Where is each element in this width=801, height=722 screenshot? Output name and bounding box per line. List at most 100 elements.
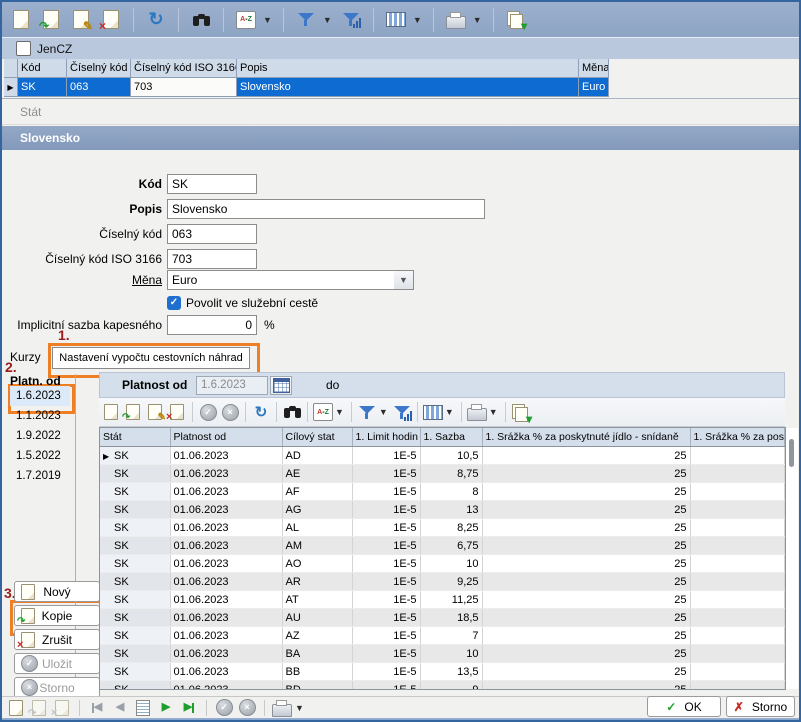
scrollbar-thumb[interactable] [789, 439, 794, 467]
filter-chart-icon[interactable] [338, 7, 364, 33]
filter-rows-icon[interactable] [357, 401, 377, 423]
ciselny-kod-field[interactable]: 063 [167, 224, 257, 244]
refresh-icon[interactable]: ↻ [143, 7, 169, 33]
filter-dropdown-caret[interactable]: ▼ [323, 15, 332, 25]
column-header[interactable]: Číselný kód ISO 3166 [131, 59, 237, 78]
first-record-icon[interactable]: ◀ [87, 697, 107, 719]
search-icon[interactable] [188, 7, 214, 33]
iso-field[interactable]: 703 [167, 249, 257, 269]
table-row[interactable]: ▶SK01.06.2023AD1E-510,525 [100, 447, 785, 465]
sort-rows-caret[interactable]: ▼ [335, 407, 344, 417]
table-row[interactable]: SK01.06.2023AM1E-56,7525 [100, 537, 785, 555]
ulozit-button[interactable]: ✓Uložit [14, 653, 100, 674]
column-header[interactable]: 1. Limit hodin [352, 428, 420, 447]
filter-icon[interactable] [293, 7, 319, 33]
column-header[interactable]: 1. Sazba [420, 428, 482, 447]
table-row[interactable]: SK01.06.2023AR1E-59,2525 [100, 573, 785, 591]
platnost-od-field[interactable]: 1.6.2023 [196, 376, 268, 395]
last-record-icon[interactable]: ▶ [179, 697, 199, 719]
table-row[interactable]: SK01.06.2023AZ1E-5725 [100, 627, 785, 645]
new-row-icon[interactable] [101, 401, 121, 423]
sort-dropdown-caret[interactable]: ▼ [263, 15, 272, 25]
scrollbar-track[interactable] [786, 428, 798, 689]
delete-record-icon[interactable]: × [98, 7, 124, 33]
footer-confirm-icon[interactable]: ✓ [214, 697, 234, 719]
print-dropdown-caret[interactable]: ▼ [473, 15, 482, 25]
ok-button[interactable]: ✓OK [647, 696, 721, 717]
column-header[interactable]: Popis [237, 59, 579, 78]
footer-print-caret[interactable]: ▼ [295, 703, 304, 713]
record-list-icon[interactable] [133, 697, 153, 719]
sort-rows-icon[interactable]: A-Z [313, 401, 333, 423]
column-header[interactable]: Kód [18, 59, 67, 78]
validity-item[interactable]: 1.7.2019 [10, 466, 70, 486]
kopie-button[interactable]: ↷Kopie [14, 605, 100, 626]
export-icon[interactable]: ▾ [503, 7, 529, 33]
column-header[interactable]: Číselný kód [67, 59, 131, 78]
refresh-rows-icon[interactable]: ↻ [251, 401, 271, 423]
next-record-icon[interactable]: ▶ [156, 697, 176, 719]
table-row[interactable]: SK01.06.2023BA1E-51025 [100, 645, 785, 663]
tab-nastaveni-nahrad[interactable]: Nastavení vypočtu cestovních náhrad [52, 347, 250, 369]
copy-row-icon[interactable]: ↷ [123, 401, 143, 423]
cancel-icon[interactable]: × [220, 401, 240, 423]
search-rows-icon[interactable] [282, 401, 302, 423]
confirm-icon[interactable]: ✓ [198, 401, 218, 423]
footer-print-icon[interactable] [272, 697, 292, 719]
print-rows-icon[interactable] [467, 401, 487, 423]
copy-record-icon[interactable]: ↷ [38, 7, 64, 33]
novy-button[interactable]: Nový [14, 581, 100, 602]
zrusit-button[interactable]: ×Zrušit [14, 629, 100, 650]
column-header[interactable]: Cílový stat [282, 428, 352, 447]
validity-item[interactable]: 1.5.2022 [10, 446, 70, 466]
columns-dropdown-caret[interactable]: ▼ [413, 15, 422, 25]
footer-cancel-icon[interactable]: × [237, 697, 257, 719]
validity-item[interactable]: 1.9.2022 [10, 426, 70, 446]
column-header[interactable]: Měna [579, 59, 609, 78]
table-row[interactable]: SK01.06.2023BB1E-513,525 [100, 663, 785, 681]
table-row[interactable]: SK01.06.2023AG1E-51325 [100, 501, 785, 519]
filter-rows-chart-icon[interactable] [392, 401, 412, 423]
columns-rows-caret[interactable]: ▼ [445, 407, 454, 417]
column-header[interactable]: 1. Srážka % za poskytnuté jídlo - snídan… [482, 428, 690, 447]
table-row[interactable]: SK01.06.2023AE1E-58,7525 [100, 465, 785, 483]
footer-copy-icon[interactable]: ↷ [29, 697, 49, 719]
delete-row-icon[interactable]: × [167, 401, 187, 423]
edit-row-icon[interactable]: ✎ [145, 401, 165, 423]
validity-item[interactable]: 1.1.2023 [10, 406, 70, 426]
print-rows-caret[interactable]: ▼ [489, 407, 498, 417]
previous-record-icon[interactable]: ◀ [110, 697, 130, 719]
filter-rows-caret[interactable]: ▼ [379, 407, 388, 417]
country-grid-selected-row[interactable]: ▶ SK 063 703 Slovensko Euro [4, 78, 609, 97]
storno-button[interactable]: ✗Storno [726, 696, 795, 717]
jencz-checkbox[interactable] [16, 41, 31, 56]
table-row[interactable]: SK01.06.2023AT1E-511,2525 [100, 591, 785, 609]
columns-rows-icon[interactable] [423, 401, 443, 423]
column-header[interactable]: Stát [100, 428, 170, 447]
table-row[interactable]: SK01.06.2023AO1E-51025 [100, 555, 785, 573]
table-row[interactable]: SK01.06.2023AU1E-518,525 [100, 609, 785, 627]
mena-combo[interactable]: Euro [167, 270, 395, 290]
kod-field[interactable]: SK [167, 174, 257, 194]
table-row[interactable]: SK01.06.2023BD1E-5925 [100, 681, 785, 691]
export-rows-icon[interactable]: ▾ [511, 401, 531, 423]
edit-record-icon[interactable]: ✎ [68, 7, 94, 33]
column-header[interactable]: 1. Srážka % za pos [690, 428, 785, 447]
povolit-checkbox[interactable]: ✓ [167, 296, 181, 310]
table-row[interactable]: SK01.06.2023AF1E-5825 [100, 483, 785, 501]
table-row[interactable]: SK01.06.2023AL1E-58,2525 [100, 519, 785, 537]
columns-icon[interactable] [383, 7, 409, 33]
footer-new-icon[interactable] [6, 697, 26, 719]
footer-delete-icon[interactable]: × [52, 697, 72, 719]
mena-dropdown-button[interactable]: ▼ [394, 270, 414, 290]
new-record-icon[interactable] [8, 7, 34, 33]
print-icon[interactable] [443, 7, 469, 33]
sort-az-icon[interactable]: A-Z [233, 7, 259, 33]
storno-side-button[interactable]: ×Storno [14, 677, 100, 698]
mena-label[interactable]: Měna [4, 270, 162, 290]
calendar-button[interactable] [270, 376, 292, 395]
popis-field[interactable]: Slovensko [167, 199, 485, 219]
column-header[interactable]: Platnost od [170, 428, 282, 447]
validity-item[interactable]: 1.6.2023 [10, 386, 70, 406]
sazba-field[interactable]: 0 [167, 315, 257, 335]
